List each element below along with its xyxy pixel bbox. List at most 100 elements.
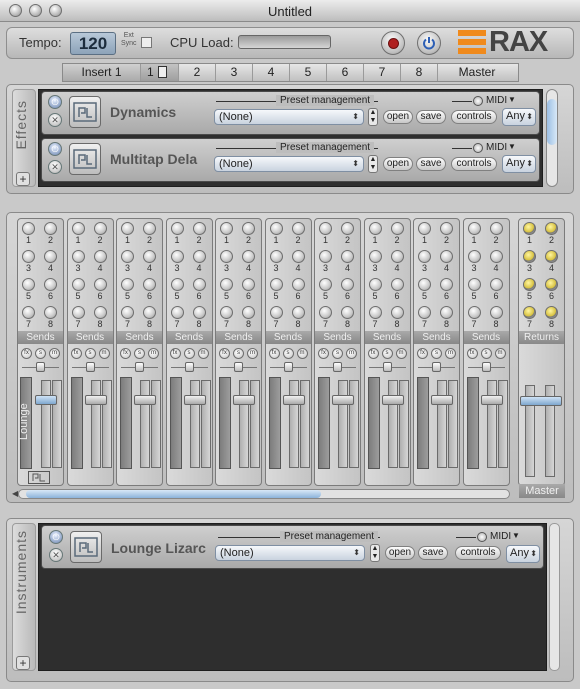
plugin-remove-button[interactable]: ✕ — [48, 113, 62, 127]
solo-button[interactable]: s — [332, 348, 343, 359]
pan-knob[interactable] — [36, 362, 45, 372]
midi-channel-select[interactable]: Any ⬍ — [502, 108, 536, 126]
preset-select[interactable]: (None) ⬍ — [215, 545, 365, 561]
mute-button[interactable]: m — [346, 348, 357, 359]
send-knob[interactable] — [93, 222, 107, 235]
send-knob[interactable] — [44, 278, 57, 291]
mute-button[interactable]: m — [296, 348, 308, 359]
midi-toggle[interactable] — [473, 143, 483, 153]
solo-button[interactable]: s — [381, 348, 393, 359]
fx-button[interactable]: fx — [466, 348, 478, 359]
send-knob[interactable] — [341, 222, 354, 235]
instruments-scrollbar[interactable] — [549, 523, 560, 671]
save-button[interactable]: save — [418, 546, 448, 560]
fx-button[interactable]: fx — [70, 348, 82, 359]
send-knob[interactable] — [22, 222, 35, 235]
send-knob[interactable] — [192, 222, 206, 235]
send-knob[interactable] — [319, 222, 332, 235]
fx-button[interactable]: fx — [169, 348, 181, 359]
mute-button[interactable]: m — [445, 348, 456, 359]
send-knob[interactable] — [341, 306, 354, 319]
send-knob[interactable] — [121, 250, 134, 263]
fx-button[interactable]: fx — [21, 348, 32, 359]
plugin-remove-button[interactable]: ✕ — [48, 160, 62, 174]
send-knob[interactable] — [44, 306, 57, 319]
mute-button[interactable]: m — [148, 348, 159, 359]
send-knob[interactable] — [143, 278, 156, 291]
fx-button[interactable]: fx — [120, 348, 131, 359]
pan-knob[interactable] — [135, 362, 144, 372]
send-knob[interactable] — [368, 222, 382, 235]
volume-fader[interactable] — [183, 395, 206, 405]
midi-dropdown-icon[interactable]: ▼ — [512, 531, 520, 540]
tab-insert-1[interactable]: Insert 1 — [63, 64, 141, 81]
send-knob[interactable] — [71, 306, 85, 319]
solo-button[interactable]: s — [431, 348, 442, 359]
send-knob[interactable] — [467, 222, 481, 235]
mute-button[interactable]: m — [197, 348, 209, 359]
solo-button[interactable]: s — [134, 348, 145, 359]
volume-fader[interactable] — [84, 395, 107, 405]
pan-knob[interactable] — [85, 362, 95, 372]
midi-dropdown-icon[interactable]: ▼ — [508, 95, 516, 104]
send-knob[interactable] — [242, 250, 255, 263]
preset-stepper[interactable]: ▲ ▼ — [370, 544, 380, 562]
solo-button[interactable]: s — [183, 348, 195, 359]
fx-button[interactable]: fx — [367, 348, 379, 359]
tab-7[interactable]: 7 — [364, 64, 401, 81]
mixer-scroll-thumb[interactable] — [26, 490, 321, 498]
plugin-remove-button[interactable]: ✕ — [49, 548, 63, 562]
add-effect-button[interactable]: + — [16, 172, 30, 186]
send-knob[interactable] — [523, 306, 536, 319]
send-knob[interactable] — [269, 250, 283, 263]
tab-1[interactable]: 1 — [141, 64, 179, 81]
save-button[interactable]: save — [416, 110, 446, 124]
send-knob[interactable] — [220, 278, 233, 291]
send-knob[interactable] — [489, 278, 503, 291]
send-knob[interactable] — [319, 250, 332, 263]
preset-stepper[interactable]: ▲ ▼ — [368, 108, 378, 126]
send-knob[interactable] — [291, 278, 305, 291]
send-knob[interactable] — [22, 250, 35, 263]
open-button[interactable]: open — [383, 157, 413, 171]
send-knob[interactable] — [44, 250, 57, 263]
send-knob[interactable] — [220, 306, 233, 319]
fx-button[interactable]: fx — [318, 348, 329, 359]
solo-button[interactable]: s — [35, 348, 46, 359]
tab-8[interactable]: 8 — [401, 64, 438, 81]
controls-button[interactable]: controls — [455, 546, 501, 560]
pan-knob[interactable] — [382, 362, 392, 372]
effects-scroll-thumb[interactable] — [547, 99, 557, 145]
power-button[interactable] — [417, 31, 441, 55]
tab-6[interactable]: 6 — [327, 64, 364, 81]
tempo-field[interactable]: 120 — [70, 32, 116, 55]
send-knob[interactable] — [341, 250, 354, 263]
send-knob[interactable] — [93, 278, 107, 291]
controls-button[interactable]: controls — [451, 110, 497, 124]
send-knob[interactable] — [291, 222, 305, 235]
record-button[interactable] — [381, 31, 405, 55]
send-knob[interactable] — [44, 222, 57, 235]
send-knob[interactable] — [418, 222, 431, 235]
send-knob[interactable] — [390, 222, 404, 235]
pan-knob[interactable] — [234, 362, 243, 372]
send-knob[interactable] — [220, 250, 233, 263]
send-knob[interactable] — [467, 306, 481, 319]
volume-fader[interactable] — [431, 395, 453, 405]
tab-2[interactable]: 2 — [179, 64, 216, 81]
send-knob[interactable] — [269, 306, 283, 319]
save-button[interactable]: save — [416, 157, 446, 171]
send-knob[interactable] — [523, 222, 536, 235]
midi-channel-select[interactable]: Any ⬍ — [502, 155, 536, 173]
send-knob[interactable] — [440, 306, 453, 319]
plugin-power-button[interactable]: ⏻ — [48, 95, 62, 109]
plugin-power-button[interactable]: ⏻ — [49, 530, 63, 544]
volume-fader[interactable] — [35, 395, 57, 405]
send-knob[interactable] — [319, 306, 332, 319]
send-knob[interactable] — [143, 250, 156, 263]
fx-button[interactable]: fx — [268, 348, 280, 359]
send-knob[interactable] — [341, 278, 354, 291]
send-knob[interactable] — [291, 250, 305, 263]
send-knob[interactable] — [545, 222, 558, 235]
send-knob[interactable] — [440, 222, 453, 235]
